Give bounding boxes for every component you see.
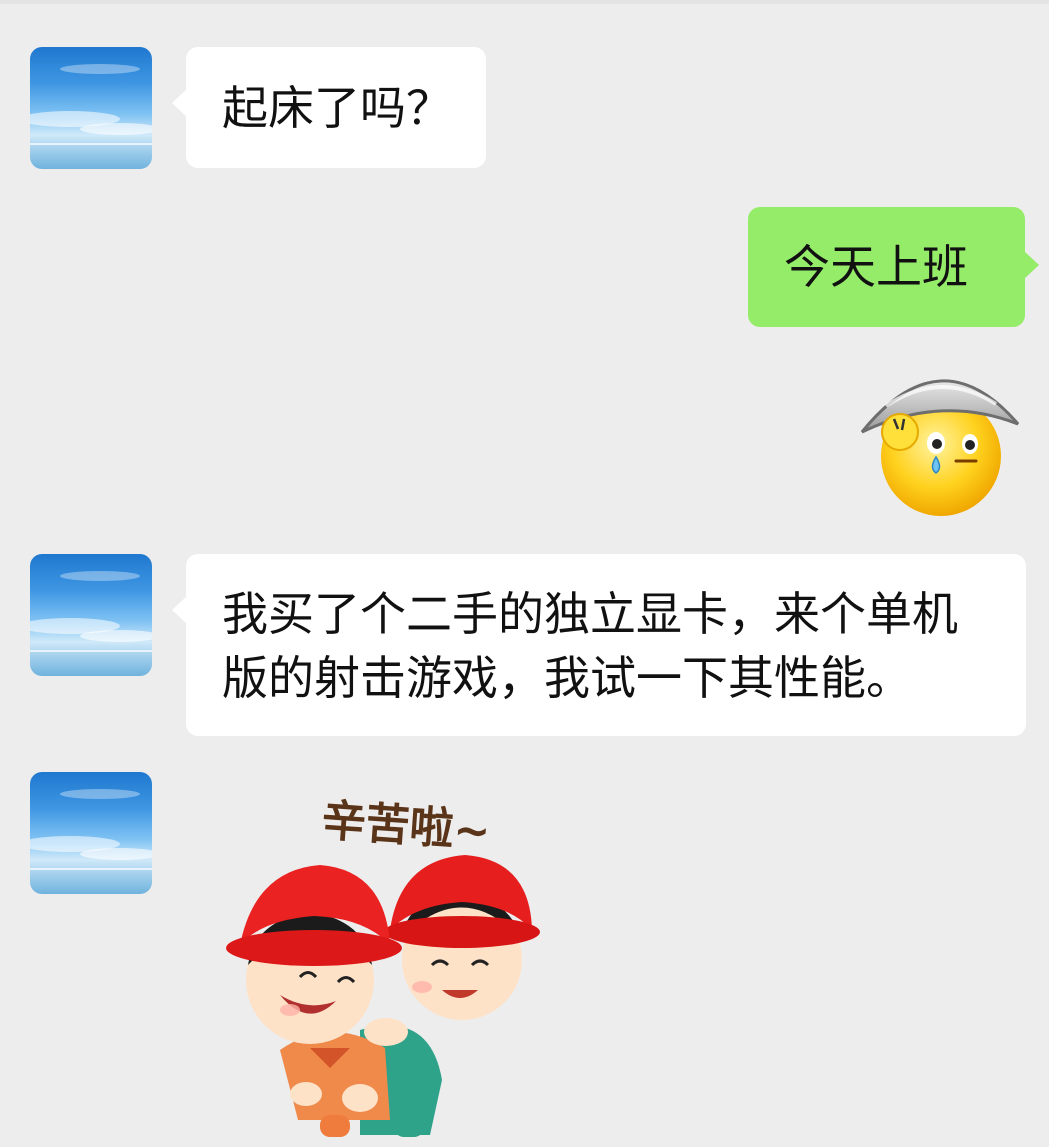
message-text: 我买了个二手的独立显卡，来个单机版的射击游戏，我试一下其性能。 [222,587,958,705]
sky-sea-avatar-image [30,571,152,652]
hugging-kids-sticker[interactable]: 辛苦啦~ [210,780,550,1140]
contact-avatar[interactable] [30,47,152,169]
sweating-face-with-pot-emoji[interactable] [856,364,1026,519]
sky-sea-avatar-image [30,789,152,870]
sky-sea-avatar-image [30,64,152,145]
message-text: 今天上班 [784,240,968,294]
message-text: 起床了吗？ [222,81,452,135]
message-bubble-outgoing[interactable]: 今天上班 [748,207,1039,327]
message-bubble-incoming[interactable]: 起床了吗？ [172,47,486,168]
top-divider [0,0,1049,4]
contact-avatar[interactable] [30,772,152,894]
message-bubble-incoming[interactable]: 我买了个二手的独立显卡，来个单机版的射击游戏，我试一下其性能。 [172,554,1026,736]
contact-avatar[interactable] [30,554,152,676]
